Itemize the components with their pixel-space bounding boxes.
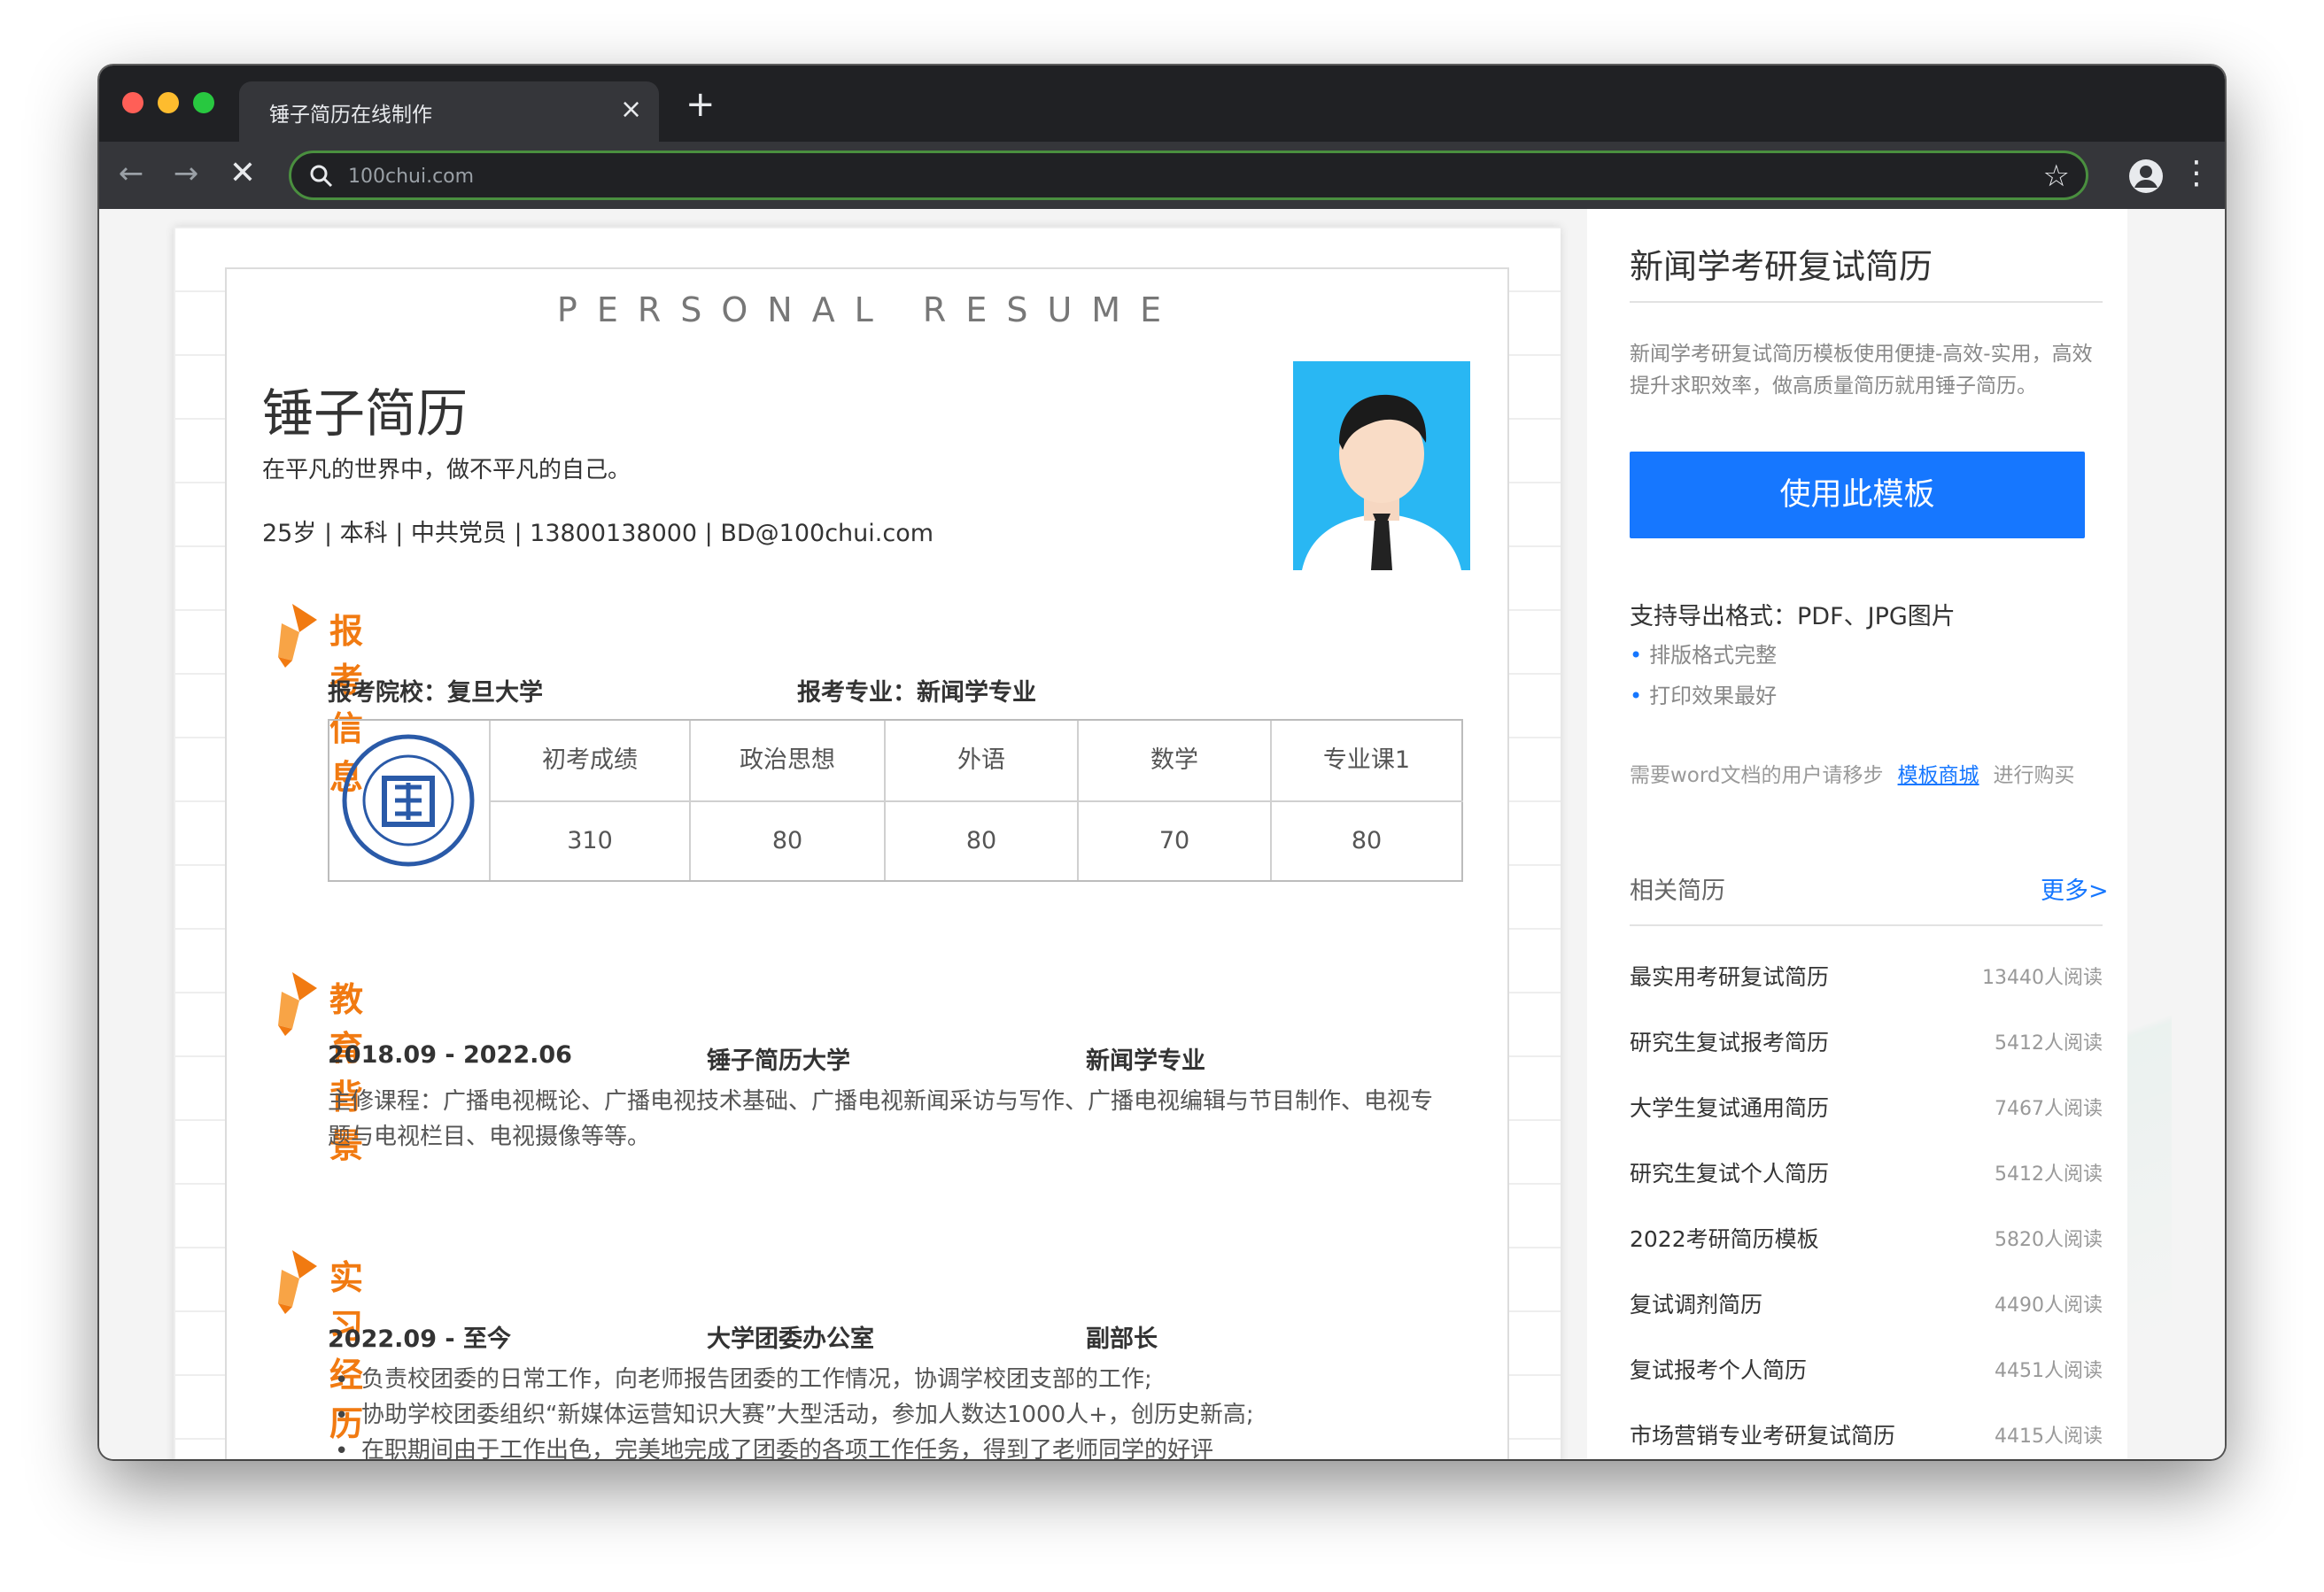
divider: [1630, 924, 2103, 926]
address-text[interactable]: 100chui.com: [348, 166, 474, 188]
maximize-window-button[interactable]: [193, 92, 214, 113]
export-formats: 支持导出格式：PDF、JPG图片: [1630, 603, 1956, 630]
table-header-cell: 数学: [1077, 721, 1270, 800]
table-value-cell: 70: [1077, 802, 1270, 880]
section-pencil-icon: [278, 1250, 317, 1314]
template-store-link[interactable]: 模板商城: [1898, 764, 1979, 787]
profile-avatar-icon[interactable]: [2129, 159, 2163, 193]
tab-title: 锤子简历在线制作: [269, 104, 432, 127]
related-item[interactable]: 最实用考研复试简历 13440人阅读: [1630, 960, 2103, 995]
table-header-cell: 初考成绩: [489, 721, 689, 800]
table-header-cell: 政治思想: [689, 721, 884, 800]
back-icon[interactable]: ←: [112, 154, 151, 193]
education-courses-line: 主修课程：广播电视概论、广播电视技术基础、广播电视新闻采访与写作、广播电视编辑与…: [328, 1088, 1434, 1115]
intern-bullet: 在职期间由于工作出色，完美地完成了团委的各项工作任务，得到了老师同学的好评: [361, 1437, 1214, 1459]
word-notice: 需要word文档的用户请移步 模板商城 进行购买: [1630, 764, 2075, 787]
new-tab-button[interactable]: +: [686, 85, 716, 124]
bookmark-star-icon[interactable]: ☆: [2043, 158, 2070, 194]
section-pencil-icon: [278, 604, 317, 668]
intern-role: 副部长: [1086, 1325, 1158, 1353]
close-window-button[interactable]: [122, 92, 143, 113]
use-template-button[interactable]: 使用此模板: [1630, 452, 2085, 538]
related-item[interactable]: 研究生复试报考简历 5412人阅读: [1630, 1025, 2103, 1061]
screen: 锤子简历在线制作 × + ← → ✕ 100chui.com ☆ ⋮ PERSO…: [0, 0, 2324, 1592]
exam-major: 报考专业：新闻学专业: [797, 679, 1036, 707]
address-bar[interactable]: 100chui.com ☆: [289, 151, 2088, 200]
page-viewport: PERSONAL RESUME 锤子简历 在平凡的世界中，做不平凡的自己。 25…: [99, 209, 2225, 1459]
stop-loading-icon[interactable]: ✕: [223, 154, 262, 193]
template-title: 新闻学考研复试简历: [1630, 247, 1933, 286]
browser-toolbar: ← → ✕ 100chui.com ☆ ⋮: [99, 142, 2225, 209]
avatar: [1293, 361, 1470, 570]
minimize-window-button[interactable]: [158, 92, 179, 113]
resume-motto: 在平凡的世界中，做不平凡的自己。: [262, 457, 631, 483]
close-icon[interactable]: ×: [620, 94, 642, 126]
table-header-cell: 外语: [884, 721, 1077, 800]
related-item[interactable]: 复试报考个人简历 4451人阅读: [1630, 1353, 2103, 1388]
bullet-dot: •: [335, 1403, 349, 1429]
related-item[interactable]: 复试调剂简历 4490人阅读: [1630, 1287, 2103, 1323]
university-logo: [342, 730, 475, 871]
feature-item: • 排版格式完整: [1630, 643, 1778, 668]
feature-item: • 打印效果最好: [1630, 684, 1778, 708]
template-description: 新闻学考研复试简历模板使用便捷-高效-实用，高效提升求职效率，做高质量简历就用锤…: [1630, 343, 2093, 398]
score-table: 初考成绩 政治思想 外语 数学 专业课1 310 80 80 70 80: [328, 719, 1463, 882]
related-item[interactable]: 市场营销专业考研复试简历 4415人阅读: [1630, 1418, 2103, 1454]
browser-window: 锤子简历在线制作 × + ← → ✕ 100chui.com ☆ ⋮ PERSO…: [99, 66, 2225, 1459]
menu-icon[interactable]: ⋮: [2181, 154, 2212, 193]
resume-content: PERSONAL RESUME 锤子简历 在平凡的世界中，做不平凡的自己。 25…: [225, 267, 1509, 1459]
divider: [1630, 301, 2103, 303]
bullet-dot: •: [335, 1438, 349, 1459]
resume-contact-info: 25岁 | 本科 | 中共党员 | 13800138000 | BD@100ch…: [262, 520, 934, 547]
resume-name: 锤子简历: [262, 383, 469, 444]
education-school: 锤子简历大学: [707, 1047, 850, 1075]
education-courses-line: 题与电视栏目、电视摄像等等。: [328, 1124, 651, 1150]
education-major: 新闻学专业: [1086, 1047, 1205, 1075]
related-title: 相关简历: [1630, 877, 1725, 905]
browser-tab[interactable]: 锤子简历在线制作 ×: [239, 81, 659, 142]
table-value-cell: 80: [884, 802, 1077, 880]
forward-icon[interactable]: →: [167, 154, 205, 193]
resume-paper: PERSONAL RESUME 锤子简历 在平凡的世界中，做不平凡的自己。 25…: [174, 227, 1561, 1459]
section-pencil-icon: [278, 972, 317, 1036]
intern-bullet: 协助学校团委组织“新媒体运营知识大赛”大型活动，参加人数达1000人+，创历史新…: [361, 1402, 1254, 1428]
related-item[interactable]: 2022考研简历模板 5820人阅读: [1630, 1222, 2103, 1257]
tab-bar: 锤子简历在线制作 × +: [99, 66, 2225, 142]
table-value-cell: 310: [489, 802, 689, 880]
search-icon: [310, 165, 333, 188]
exam-school: 报考院校：复旦大学: [328, 679, 543, 707]
related-item[interactable]: 研究生复试个人简历 5412人阅读: [1630, 1156, 2103, 1192]
intern-org: 大学团委办公室: [707, 1325, 874, 1353]
template-sidebar: 新闻学考研复试简历 新闻学考研复试简历模板使用便捷-高效-实用，高效提升求职效率…: [1587, 209, 2127, 1459]
intern-period: 2022.09 - 至今: [328, 1325, 511, 1353]
table-value-cell: 80: [689, 802, 884, 880]
resume-header-title: PERSONAL RESUME: [556, 290, 1181, 329]
table-value-cell: 80: [1270, 802, 1461, 880]
table-header-cell: 专业课1: [1270, 721, 1461, 800]
related-item[interactable]: 大学生复试通用简历 7467人阅读: [1630, 1091, 2103, 1126]
education-period: 2018.09 - 2022.06: [328, 1041, 572, 1069]
more-link[interactable]: 更多>: [2041, 871, 2109, 906]
bullet-dot: •: [335, 1367, 349, 1394]
intern-bullet: 负责校团委的日常工作，向老师报告团委的工作情况，协调学校团支部的工作;: [361, 1366, 1152, 1393]
